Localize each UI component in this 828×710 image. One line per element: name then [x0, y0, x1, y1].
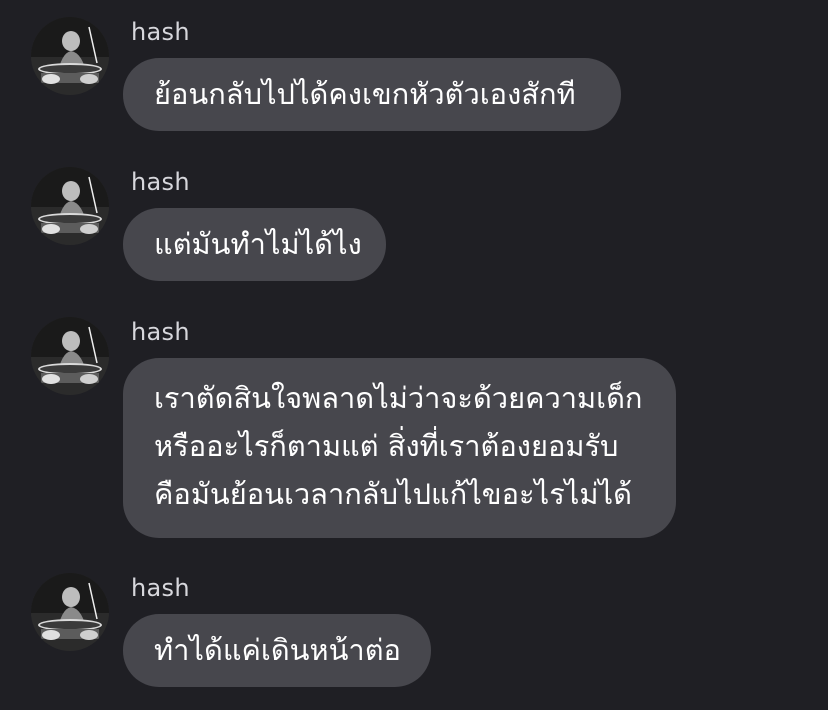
avatar[interactable] [31, 573, 109, 651]
sender-name: hash [131, 18, 190, 46]
avatar-photo-icon [31, 167, 109, 245]
message-bubble[interactable]: ทำได้แค่เดินหน้าต่อ [123, 614, 431, 687]
sender-name: hash [131, 168, 190, 196]
avatar[interactable] [31, 167, 109, 245]
chat-thread: hash ย้อนกลับไปได้คงเขกหัวตัวเองสักที ha… [0, 0, 828, 710]
sender-name: hash [131, 574, 190, 602]
message-bubble[interactable]: แต่มันทำไม่ได้ไง [123, 208, 386, 281]
sender-name: hash [131, 318, 190, 346]
avatar[interactable] [31, 317, 109, 395]
avatar-photo-icon [31, 573, 109, 651]
message-bubble[interactable]: เราตัดสินใจพลาดไม่ว่าจะด้วยความเด็ก หรือ… [123, 358, 676, 538]
message-text: ทำได้แค่เดินหน้าต่อ [154, 633, 401, 667]
message-text: ย้อนกลับไปได้คงเขกหัวตัวเองสักที [154, 77, 576, 111]
message-text-line: หรืออะไรก็ตามแต่ สิ่งที่เราต้องยอมรับ [154, 429, 619, 463]
avatar[interactable] [31, 17, 109, 95]
message-text-line: เราตัดสินใจพลาดไม่ว่าจะด้วยความเด็ก [154, 381, 643, 415]
avatar-photo-icon [31, 317, 109, 395]
message-text: แต่มันทำไม่ได้ไง [154, 227, 362, 261]
avatar-photo-icon [31, 17, 109, 95]
message-bubble[interactable]: ย้อนกลับไปได้คงเขกหัวตัวเองสักที [123, 58, 621, 131]
message-text-line: คือมันย้อนเวลากลับไปแก้ไขอะไรไม่ได้ [154, 477, 632, 511]
